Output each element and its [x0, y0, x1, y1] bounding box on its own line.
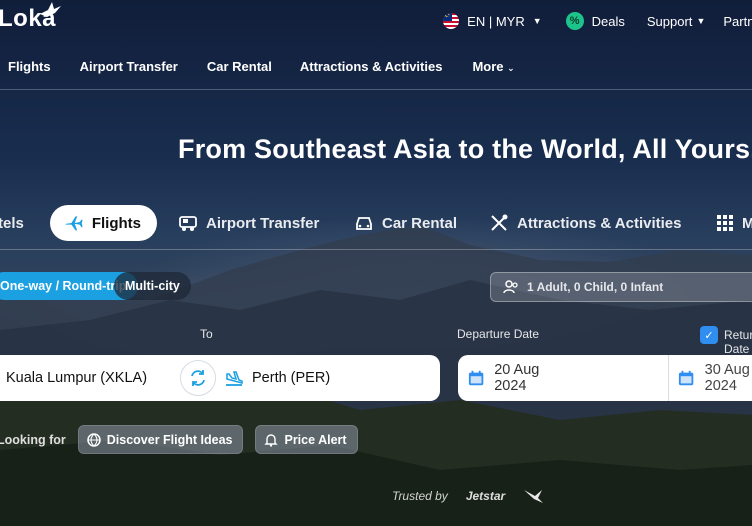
partner-link[interactable]: Partner	[723, 14, 752, 29]
price-alert-label: Price Alert	[284, 432, 347, 447]
from-input[interactable]: Kuala Lumpur (XKLA)	[6, 370, 178, 386]
chevron-down-icon: ▼	[696, 16, 706, 26]
swap-button[interactable]	[180, 360, 216, 396]
tab-divider	[0, 249, 752, 250]
trusted-by-label: Trusted by	[392, 489, 448, 503]
return-input[interactable]: 30 Aug 2024	[705, 362, 752, 394]
globe-icon	[87, 432, 101, 447]
to-label: To	[200, 327, 213, 341]
passenger-selector[interactable]: 1 Adult, 0 Child, 0 Infant	[490, 272, 752, 302]
passenger-icon	[503, 280, 518, 294]
tab-more-label: More	[742, 214, 752, 232]
tab-hotels[interactable]: Hotels	[0, 205, 24, 241]
support-menu[interactable]: Support ▼	[647, 14, 705, 29]
partner-label: Partner	[723, 13, 752, 29]
jetstar-logo: Jetstar	[465, 489, 506, 503]
deals-label: Deals	[591, 13, 625, 29]
quick-links-row: Looking for Discover Flight Ideas Price …	[0, 425, 370, 454]
malaysia-flag-icon	[443, 13, 460, 29]
nav-more[interactable]: More ⌄	[472, 59, 514, 74]
bird-logo-icon	[40, 2, 61, 17]
nav-more-label: More	[472, 59, 504, 74]
tab-car-rental-label: Car Rental	[382, 214, 458, 232]
top-right-menu: EN | MYR ▼ % Deals Support ▼ Partner	[443, 12, 752, 30]
tab-attractions[interactable]: Attractions & Activities	[489, 205, 681, 241]
percent-icon: %	[565, 12, 584, 30]
tab-airport-transfer[interactable]: Airport Transfer	[178, 205, 319, 241]
calendar-icon	[679, 370, 694, 386]
support-label: Support	[646, 13, 693, 29]
main-nav: Flights Airport Transfer Car Rental Attr…	[8, 59, 515, 74]
calendar-icon	[468, 370, 484, 386]
airline-bird-logo-icon	[524, 490, 544, 503]
bell-icon	[264, 433, 279, 447]
return-label: Return Date	[724, 328, 752, 356]
car-icon	[356, 217, 372, 230]
tab-airport-transfer-label: Airport Transfer	[206, 214, 320, 232]
nav-car-rental[interactable]: Car Rental	[207, 59, 272, 74]
date-field: 20 Aug 2024 30 Aug 2024	[458, 355, 752, 401]
trusted-by-row: Trusted by Jetstar	[392, 487, 545, 505]
deals-link[interactable]: % Deals	[565, 12, 625, 30]
nav-flights[interactable]: Flights	[8, 59, 51, 74]
to-input[interactable]: Perth (PER)	[252, 370, 330, 386]
departure-label: Departure Date	[457, 327, 540, 341]
passenger-summary: 1 Adult, 0 Child, 0 Infant	[527, 280, 664, 294]
locale-label: EN | MYR	[467, 13, 525, 29]
chevron-down-icon: ⌄	[507, 63, 515, 73]
date-divider	[667, 355, 669, 401]
nav-attractions[interactable]: Attractions & Activities	[300, 59, 443, 74]
looking-for-label: Looking for	[0, 432, 66, 447]
route-field: Kuala Lumpur (XKLA) Perth (PER)	[0, 355, 440, 401]
landing-icon	[226, 371, 243, 386]
nav-divider	[0, 89, 752, 90]
tab-hotels-label: Hotels	[0, 214, 24, 232]
tab-car-rental[interactable]: Car Rental	[354, 205, 457, 241]
airplane-icon	[65, 216, 83, 231]
locale-selector[interactable]: EN | MYR ▼	[443, 13, 542, 29]
return-checkbox[interactable]: ✓	[700, 326, 718, 344]
swap-icon	[191, 370, 205, 386]
tab-more[interactable]: More	[716, 205, 752, 241]
hero-headline: From Southeast Asia to the World, All Yo…	[178, 134, 752, 164]
attractions-icon	[491, 214, 508, 231]
departure-input[interactable]: 20 Aug 2024	[494, 362, 567, 394]
trip-type-multicity[interactable]: Multi-city	[114, 272, 191, 300]
discover-flight-ideas-button[interactable]: Discover Flight Ideas	[77, 425, 244, 454]
tab-attractions-label: Attractions & Activities	[517, 214, 682, 232]
nav-airport-transfer[interactable]: Airport Transfer	[80, 59, 178, 74]
chevron-down-icon: ▼	[532, 16, 542, 26]
discover-flight-ideas-label: Discover Flight Ideas	[106, 432, 233, 447]
tab-flights-label: Flights	[91, 214, 141, 232]
tab-flights[interactable]: Flights	[50, 205, 157, 241]
price-alert-button[interactable]: Price Alert	[255, 425, 358, 454]
grid-icon	[717, 215, 733, 231]
car-transfer-icon	[179, 216, 197, 231]
